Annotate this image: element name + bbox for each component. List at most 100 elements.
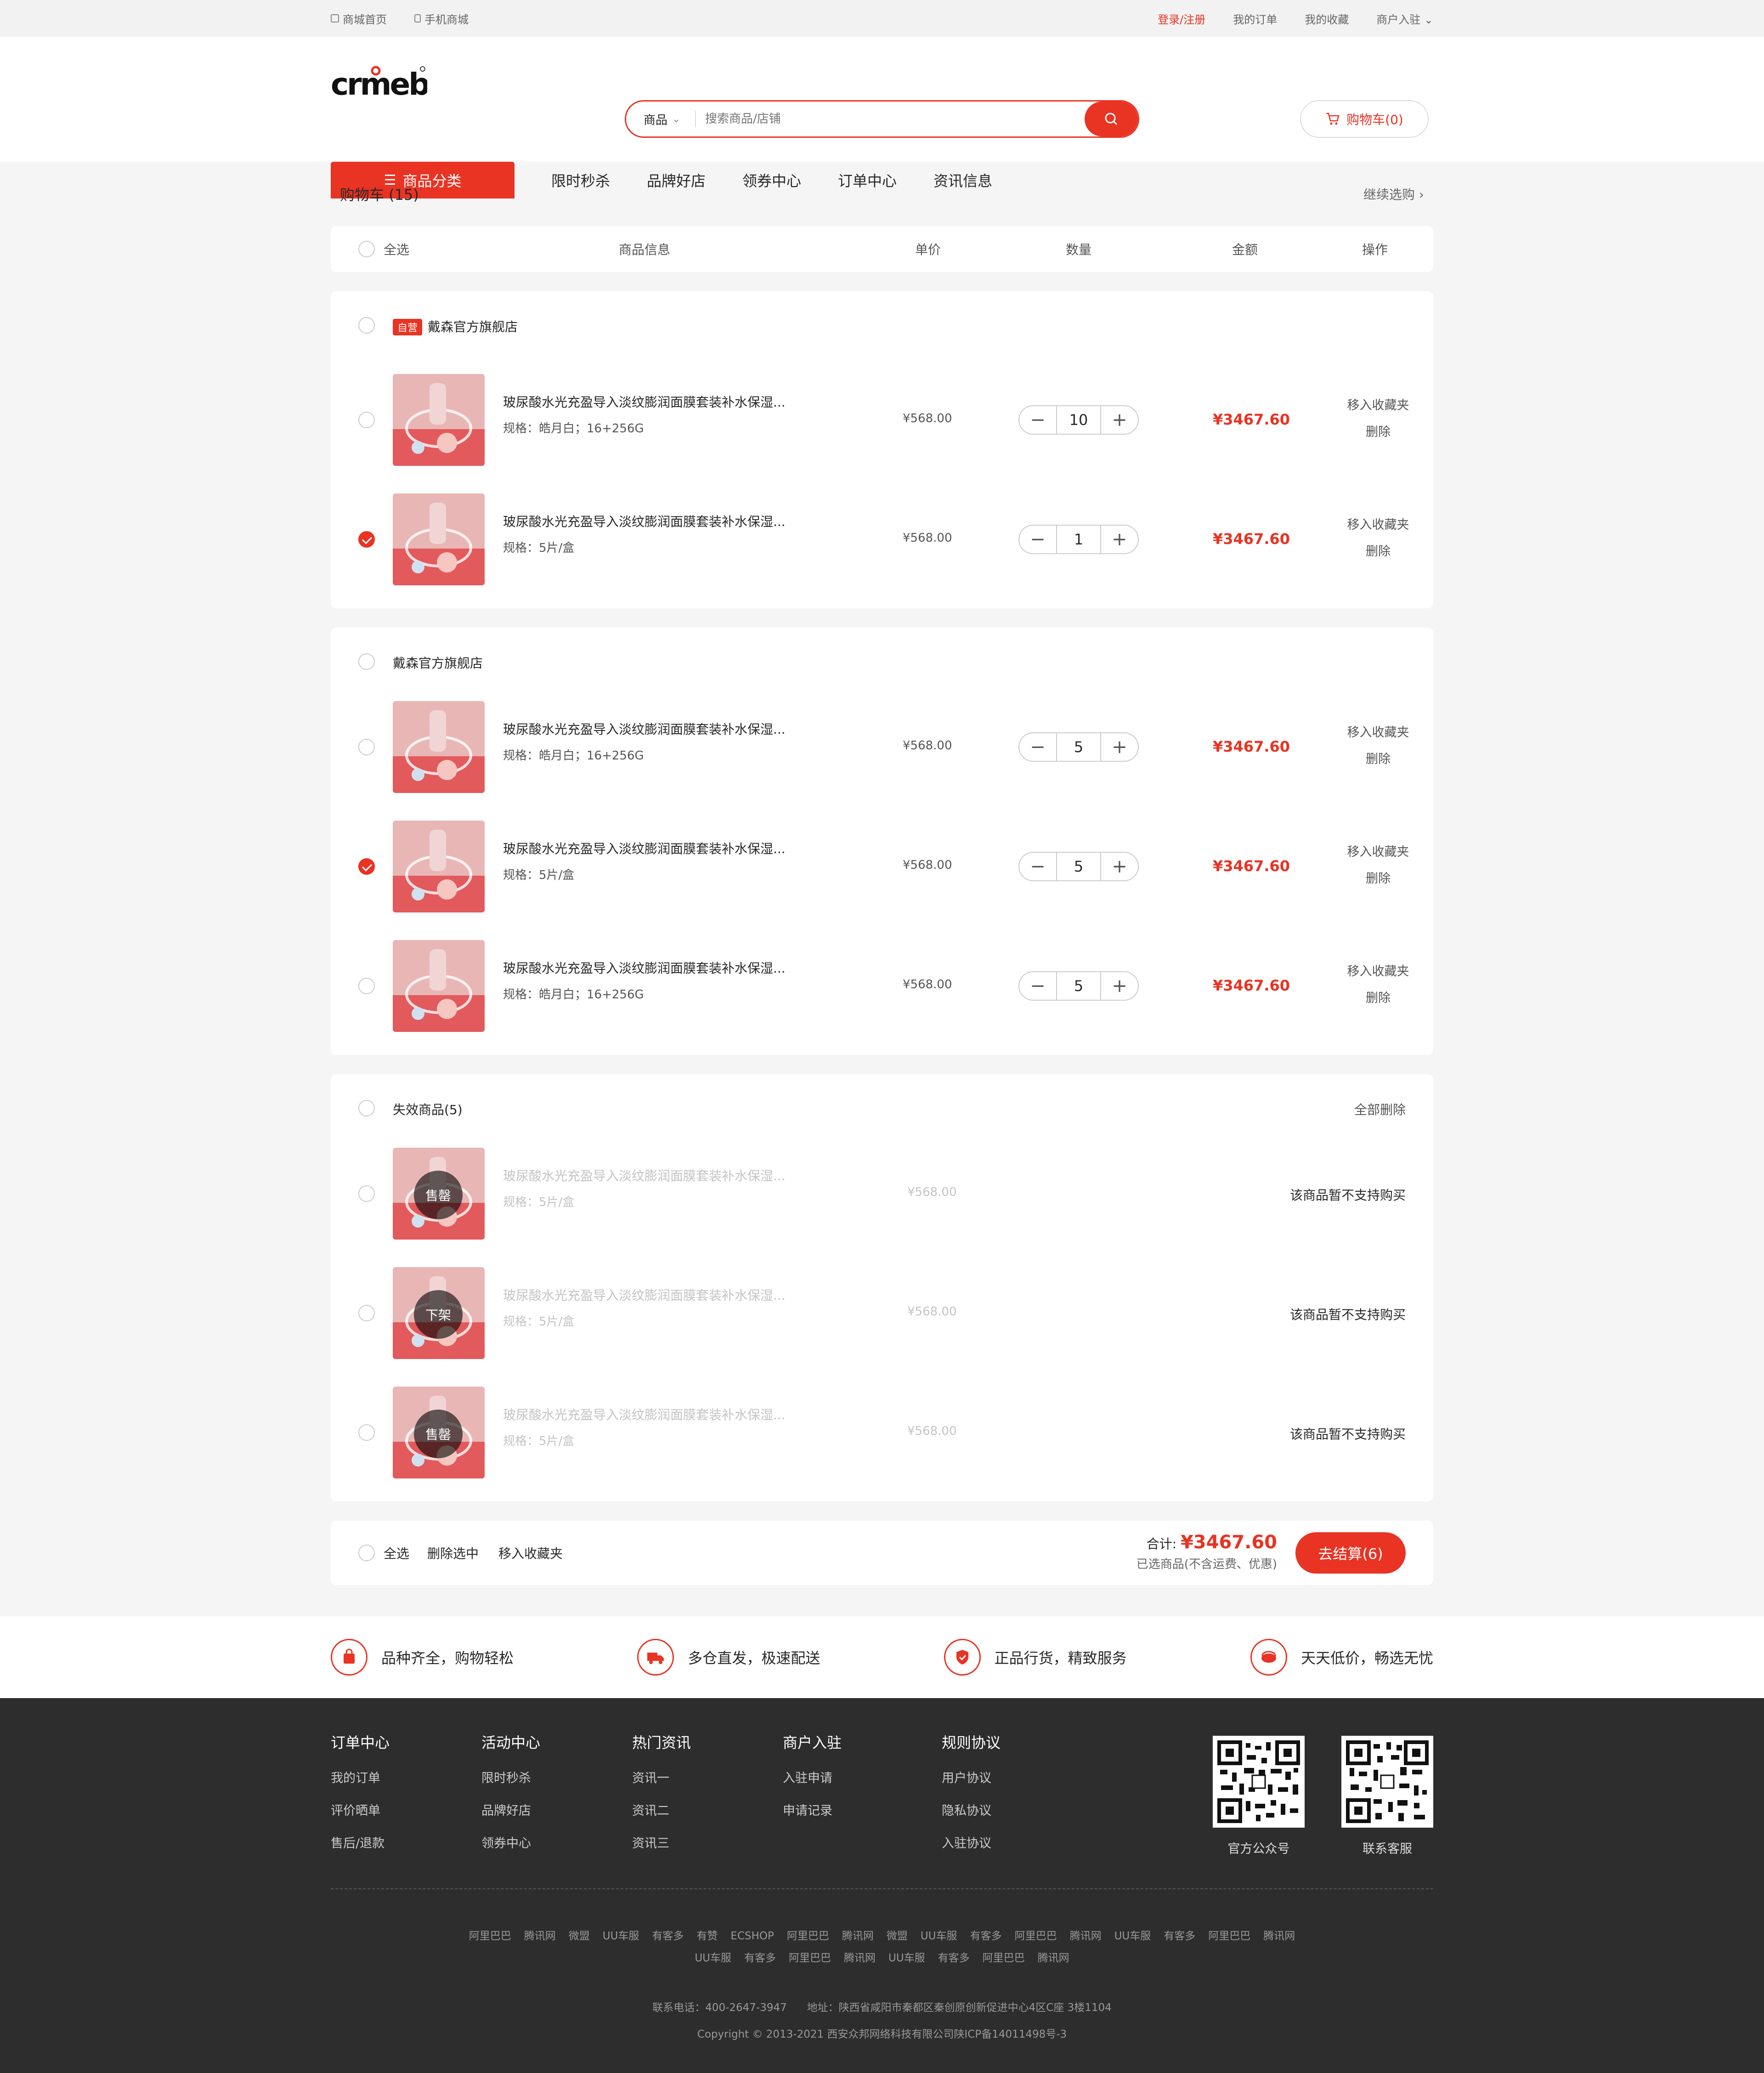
footer-link[interactable]: 资讯一 (632, 1768, 691, 1786)
store-checkbox[interactable] (358, 653, 375, 670)
increase-button[interactable]: + (1101, 853, 1138, 880)
move-to-favorites-button[interactable]: 移入收藏夹 (1341, 719, 1415, 746)
friend-link[interactable]: 腾讯网 (524, 1930, 556, 1942)
friend-link[interactable]: 腾讯网 (842, 1930, 874, 1942)
continue-shopping-link[interactable]: 继续选购 › (1363, 185, 1433, 203)
search-button[interactable] (1085, 102, 1138, 136)
quantity-value[interactable]: 1 (1056, 526, 1101, 553)
friend-link[interactable]: 阿里巴巴 (1015, 1930, 1057, 1942)
product-name[interactable]: 玻尿酸水光充盈导入淡纹膨润面膜套装补水保湿... (503, 392, 815, 411)
friend-link[interactable]: UU车服 (695, 1952, 731, 1964)
mobile-link[interactable]: 手机商城 (414, 11, 469, 27)
merchant-link[interactable]: 商户入驻 ⌄ (1376, 11, 1433, 27)
invalid-checkbox[interactable] (358, 1100, 375, 1116)
friend-link[interactable]: 微盟 (887, 1930, 908, 1942)
footer-link[interactable]: 申请记录 (783, 1801, 842, 1818)
store-name[interactable]: 戴森官方旗舰店 (428, 319, 518, 334)
friend-link[interactable]: 微盟 (569, 1930, 590, 1942)
footer-link[interactable]: 用户协议 (942, 1768, 1001, 1786)
decrease-button[interactable]: − (1019, 853, 1056, 880)
item-checkbox-checked[interactable] (358, 531, 375, 548)
friend-link[interactable]: UU车服 (921, 1930, 957, 1942)
cart-button[interactable]: 购物车(0) (1300, 100, 1429, 138)
friend-link[interactable]: UU车服 (1114, 1930, 1151, 1942)
decrease-button[interactable]: − (1019, 972, 1056, 1000)
quantity-value[interactable]: 5 (1056, 972, 1101, 1000)
increase-button[interactable]: + (1101, 972, 1138, 1000)
product-image[interactable] (393, 493, 485, 585)
store-checkbox[interactable] (358, 317, 375, 334)
item-checkbox[interactable] (358, 1305, 375, 1321)
delete-selected-button[interactable]: 删除选中 (427, 1544, 479, 1562)
checkout-button[interactable]: 去结算(6) (1295, 1532, 1406, 1574)
friend-link[interactable]: 阿里巴巴 (1208, 1930, 1250, 1942)
item-checkbox[interactable] (358, 1424, 375, 1441)
friend-link[interactable]: 阿里巴巴 (787, 1930, 829, 1942)
my-favorites-link[interactable]: 我的收藏 (1305, 11, 1349, 27)
friend-link[interactable]: 有赞 (696, 1930, 718, 1942)
item-checkbox[interactable] (358, 978, 375, 994)
search-category-select[interactable]: 商品 ⌄ (626, 111, 695, 128)
product-name[interactable]: 玻尿酸水光充盈导入淡纹膨润面膜套装补水保湿... (503, 512, 815, 530)
select-all-label[interactable]: 全选 (384, 1544, 409, 1562)
product-image[interactable] (393, 821, 485, 912)
delete-all-button[interactable]: 全部删除 (1354, 1100, 1406, 1118)
quantity-value[interactable]: 5 (1056, 733, 1101, 761)
delete-button[interactable]: 删除 (1341, 866, 1415, 892)
friend-link[interactable]: 腾讯网 (1070, 1930, 1102, 1942)
friend-link[interactable]: 阿里巴巴 (469, 1930, 511, 1942)
decrease-button[interactable]: − (1019, 406, 1056, 434)
move-to-favorites-button[interactable]: 移入收藏夹 (1341, 958, 1415, 985)
friend-link[interactable]: UU车服 (888, 1952, 925, 1964)
increase-button[interactable]: + (1101, 526, 1138, 553)
delete-button[interactable]: 删除 (1341, 985, 1415, 1012)
item-checkbox[interactable] (358, 739, 375, 755)
footer-link[interactable]: 我的订单 (331, 1768, 390, 1786)
quantity-value[interactable]: 10 (1056, 406, 1101, 434)
decrease-button[interactable]: − (1019, 733, 1056, 761)
footer-link[interactable]: 品牌好店 (481, 1801, 540, 1818)
footer-link[interactable]: 领券中心 (481, 1833, 540, 1851)
move-to-favorites-button[interactable]: 移入收藏夹 (1341, 512, 1415, 538)
delete-button[interactable]: 删除 (1341, 419, 1415, 446)
friend-link[interactable]: 腾讯网 (1263, 1930, 1295, 1942)
product-image[interactable] (393, 374, 485, 466)
friend-link[interactable]: ECSHOP (730, 1930, 774, 1942)
product-name[interactable]: 玻尿酸水光充盈导入淡纹膨润面膜套装补水保湿... (503, 719, 815, 738)
product-name[interactable]: 玻尿酸水光充盈导入淡纹膨润面膜套装补水保湿... (503, 839, 815, 857)
footer-link[interactable]: 评价晒单 (331, 1801, 390, 1818)
delete-button[interactable]: 删除 (1341, 538, 1415, 565)
logo[interactable]: crmeb (331, 63, 431, 105)
decrease-button[interactable]: − (1019, 526, 1056, 553)
store-name[interactable]: 戴森官方旗舰店 (393, 653, 483, 672)
move-to-favorites-button[interactable]: 移入收藏夹 (498, 1544, 563, 1562)
footer-link[interactable]: 入驻协议 (942, 1833, 1001, 1851)
footer-link[interactable]: 隐私协议 (942, 1801, 1001, 1818)
increase-button[interactable]: + (1101, 406, 1138, 434)
item-checkbox[interactable] (358, 1185, 375, 1202)
friend-link[interactable]: 有客多 (652, 1930, 684, 1942)
item-checkbox-checked[interactable] (358, 858, 375, 875)
home-link[interactable]: 商城首页 (331, 11, 387, 27)
friend-link[interactable]: 阿里巴巴 (789, 1952, 831, 1964)
friend-link[interactable]: 有客多 (970, 1930, 1002, 1942)
login-link[interactable]: 登录/注册 (1158, 11, 1205, 27)
footer-link[interactable]: 限时秒杀 (481, 1768, 540, 1786)
footer-link[interactable]: 入驻申请 (783, 1768, 842, 1786)
friend-link[interactable]: 阿里巴巴 (983, 1952, 1025, 1964)
select-all-checkbox[interactable] (358, 241, 375, 257)
select-all-checkbox[interactable] (358, 1545, 375, 1561)
friend-link[interactable]: UU车服 (603, 1930, 639, 1942)
friend-link[interactable]: 有客多 (744, 1952, 776, 1964)
product-image[interactable] (393, 940, 485, 1032)
quantity-value[interactable]: 5 (1056, 853, 1101, 880)
move-to-favorites-button[interactable]: 移入收藏夹 (1341, 392, 1415, 419)
move-to-favorites-button[interactable]: 移入收藏夹 (1341, 839, 1415, 866)
friend-link[interactable]: 有客多 (938, 1952, 970, 1964)
footer-link[interactable]: 资讯三 (632, 1833, 691, 1851)
friend-link[interactable]: 腾讯网 (844, 1952, 876, 1964)
footer-link[interactable]: 资讯二 (632, 1801, 691, 1818)
increase-button[interactable]: + (1101, 733, 1138, 761)
friend-link[interactable]: 腾讯网 (1038, 1952, 1069, 1964)
delete-button[interactable]: 删除 (1341, 746, 1415, 773)
